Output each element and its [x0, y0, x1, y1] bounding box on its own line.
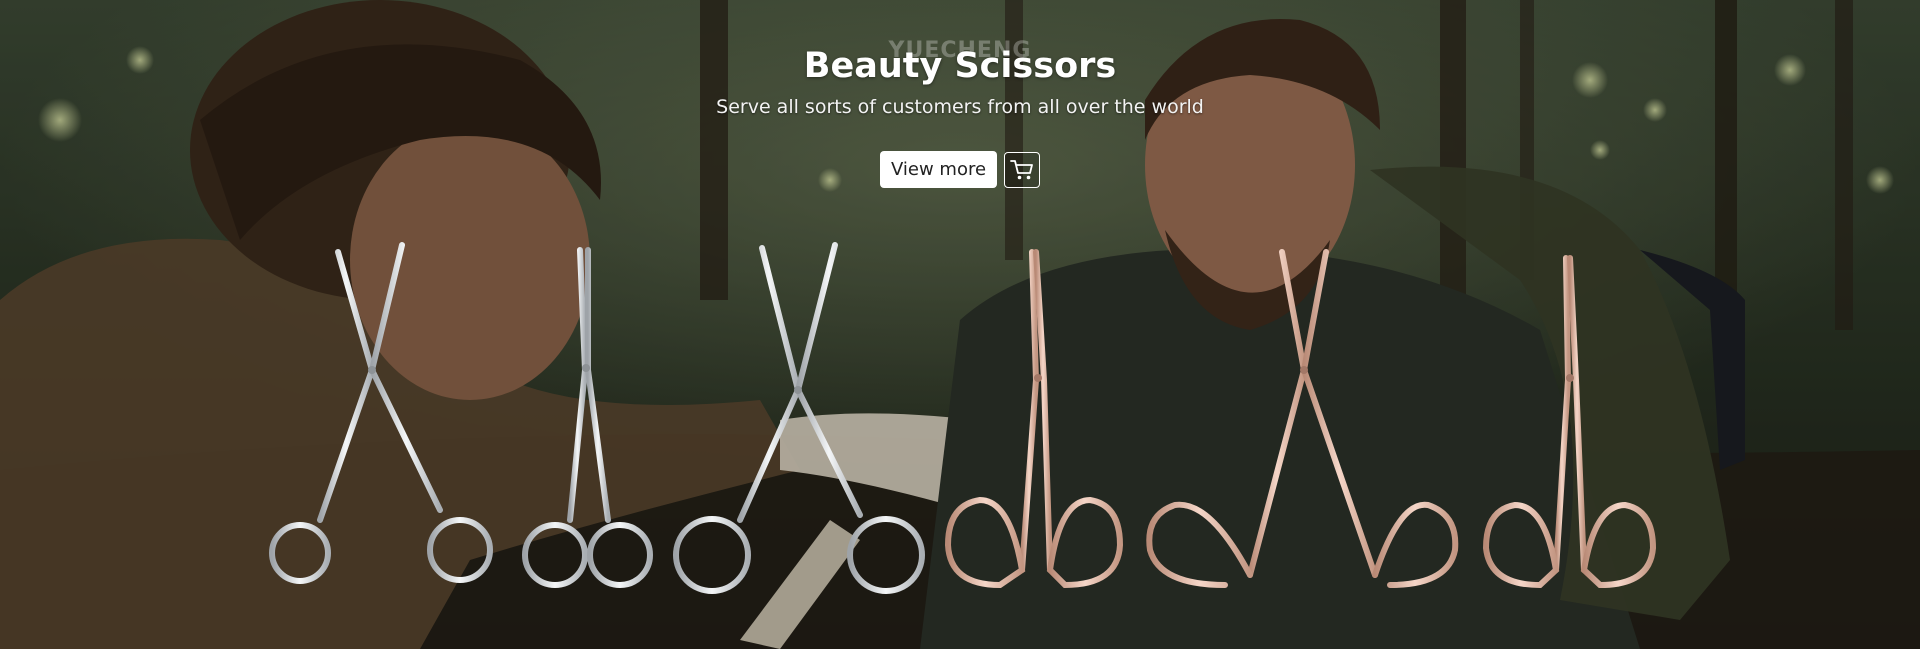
banner-subtitle: Serve all sorts of customers from all ov…: [716, 96, 1204, 118]
view-more-button[interactable]: View more: [879, 151, 998, 188]
banner-actions: View more: [0, 151, 1920, 188]
cart-icon: [1010, 159, 1033, 179]
hero-banner: YUECHENG Beauty Scissors Serve all sorts…: [0, 0, 1920, 649]
banner-title: Beauty Scissors: [803, 46, 1117, 86]
cart-button[interactable]: [1004, 151, 1041, 188]
